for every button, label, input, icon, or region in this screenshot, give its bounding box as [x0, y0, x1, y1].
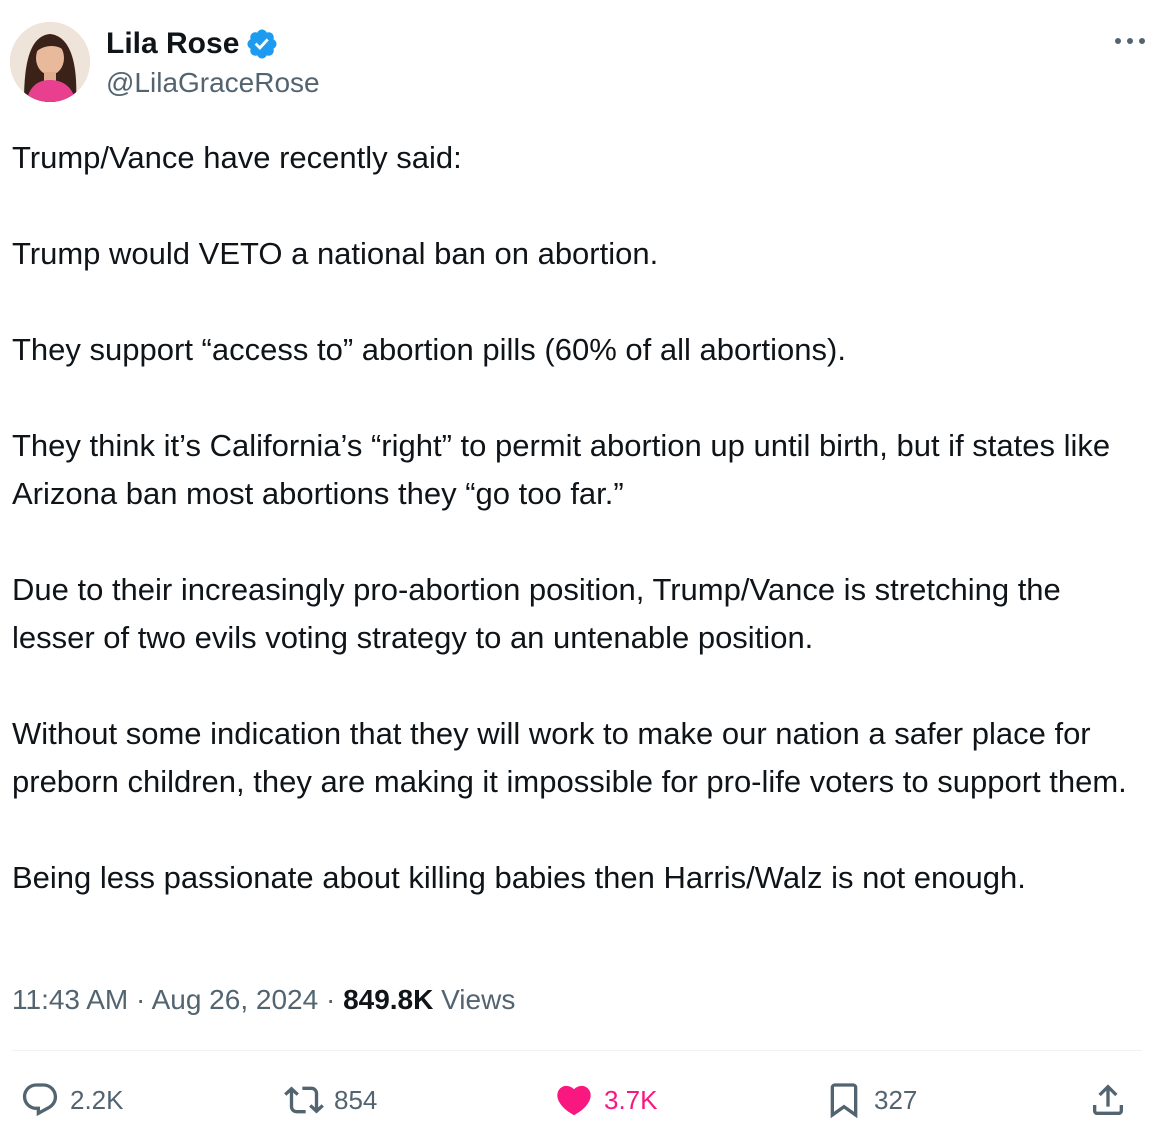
reply-count: 2.2K: [70, 1084, 124, 1115]
tweet-card: Lila Rose @LilaGraceRose Trump/Vance hav…: [0, 0, 1160, 1130]
tweet-paragraph: Being less passionate about killing babi…: [12, 860, 1026, 895]
heart-icon: [557, 1085, 591, 1116]
share-button[interactable]: [1088, 1074, 1128, 1126]
like-button[interactable]: 3.7K: [554, 1074, 658, 1126]
action-bar: 2.2K 854 3.7K 327: [0, 1074, 1160, 1126]
author-name-row[interactable]: Lila Rose: [106, 26, 279, 62]
display-name[interactable]: Lila Rose: [106, 26, 239, 62]
share-icon: [1093, 1084, 1123, 1115]
tweet-meta: 11:43 AM · Aug 26, 2024 · 849.8K Views: [12, 980, 515, 1020]
retweet-button[interactable]: 854: [284, 1074, 377, 1126]
more-options-icon[interactable]: [1110, 26, 1150, 56]
like-count: 3.7K: [604, 1084, 658, 1115]
tweet-time[interactable]: 11:43 AM: [12, 984, 128, 1015]
tweet-paragraph: Trump would VETO a national ban on abort…: [12, 236, 659, 271]
reply-icon: [22, 1083, 58, 1117]
bookmark-button[interactable]: 327: [824, 1074, 917, 1126]
tweet-paragraph: Without some indication that they will w…: [12, 716, 1127, 799]
retweet-count: 854: [334, 1084, 378, 1115]
tweet-text: Trump/Vance have recently said: Trump wo…: [12, 134, 1152, 902]
meta-separator: ·: [128, 984, 152, 1015]
author-handle[interactable]: @LilaGraceRose: [106, 66, 320, 100]
bookmark-icon: [830, 1083, 858, 1119]
bookmark-count: 327: [874, 1084, 918, 1115]
avatar[interactable]: [10, 22, 90, 102]
meta-separator: ·: [318, 984, 344, 1015]
avatar-photo-icon: [10, 22, 90, 102]
divider: [12, 1050, 1142, 1051]
tweet-paragraph: They support “access to” abortion pills …: [12, 332, 846, 367]
views-count: 849.8K: [343, 984, 434, 1015]
tweet-paragraph: They think it’s California’s “right” to …: [12, 428, 1111, 511]
reply-button[interactable]: 2.2K: [20, 1074, 124, 1126]
tweet-paragraph: Trump/Vance have recently said:: [12, 140, 462, 175]
retweet-icon: [284, 1086, 324, 1114]
tweet-paragraph: Due to their increasingly pro-abortion p…: [12, 572, 1061, 655]
views-label: Views: [433, 984, 516, 1015]
tweet-date[interactable]: Aug 26, 2024: [152, 984, 319, 1015]
verified-badge-icon: [247, 29, 277, 59]
